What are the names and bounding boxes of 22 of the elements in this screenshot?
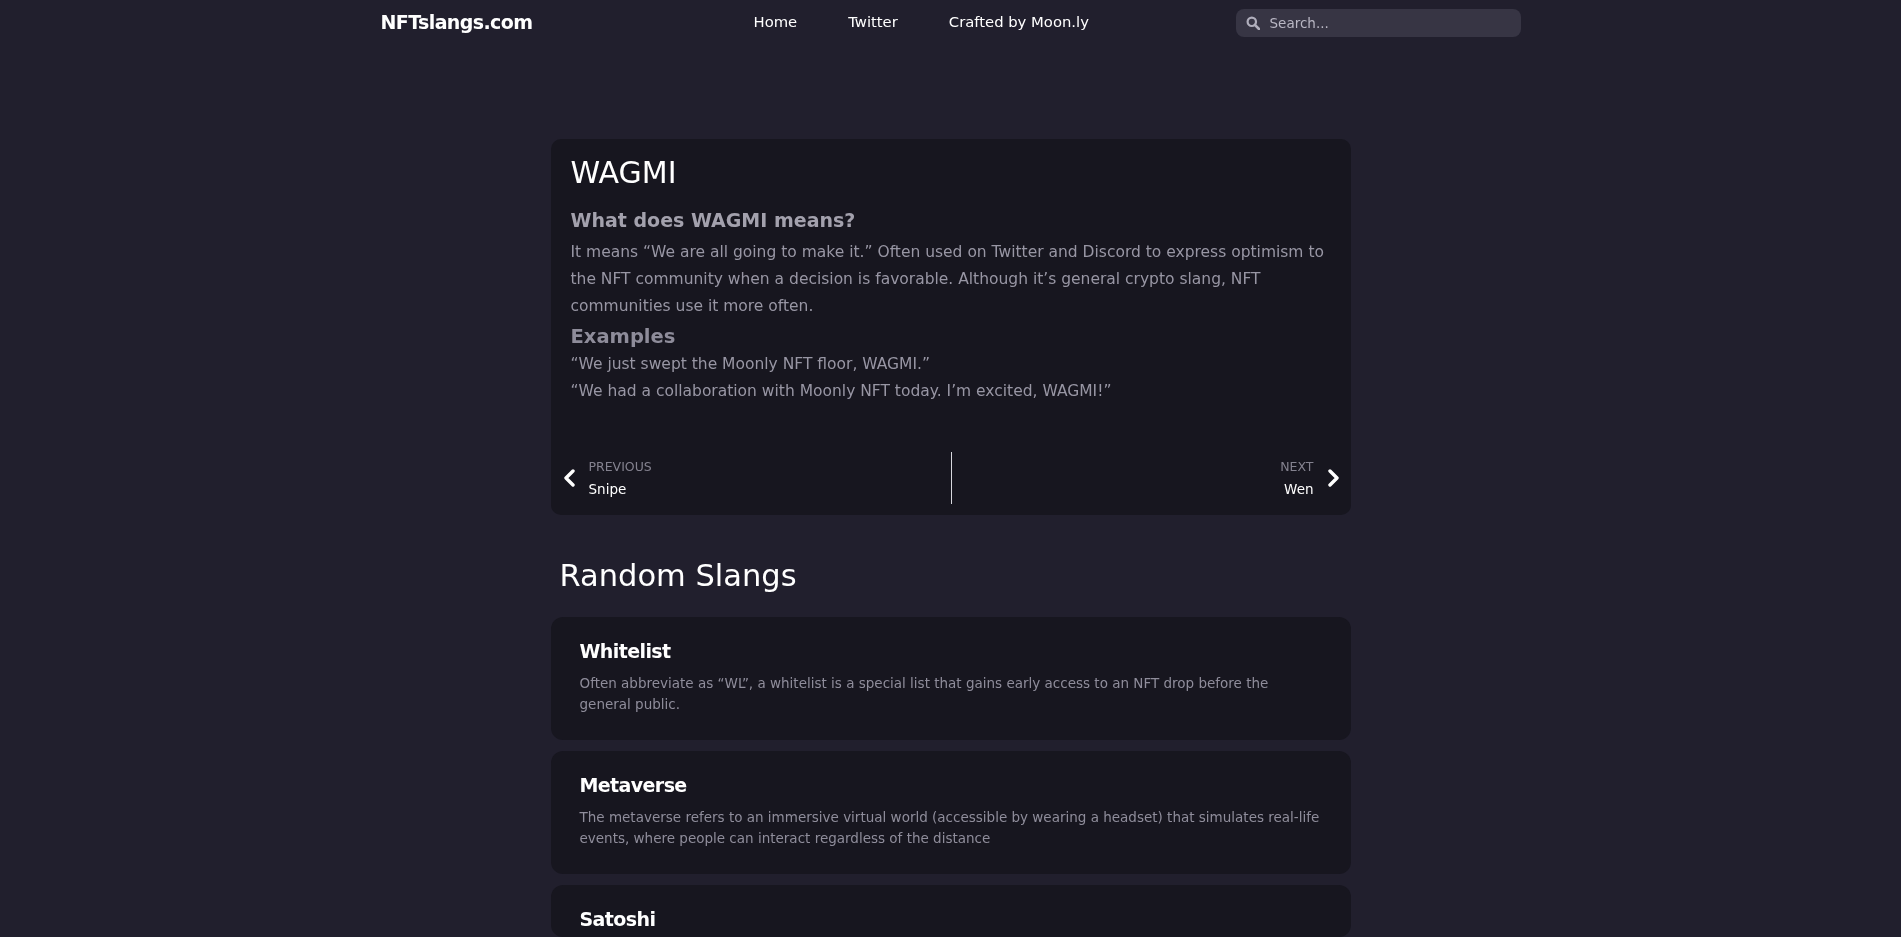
search-field[interactable]: Search... (1235, 8, 1521, 37)
examples-heading: Examples (570, 324, 677, 350)
slang-description: Often abbreviate as “WL”, a whitelist is a special list that gains early access to an NFT drop before the general public. (579, 674, 1270, 714)
example-text: “We had a collaboration with Moonly NFT today. I’m excited, WAGMI!” (570, 381, 1113, 402)
nav-link[interactable]: Crafted by Moon.ly (948, 11, 1089, 34)
definition-text: It means “We are all going to make it.” Often used on Twitter and Discord to express optimism to the NFT community when a decision is favorable. Although it’s general crypto slang, NFT communities use it more often. (570, 242, 1325, 317)
nav-link[interactable]: Home (753, 11, 798, 34)
slang-title: Whitelist (579, 639, 672, 664)
slang-title: Satoshi (579, 907, 657, 932)
slang-title: Metaverse (579, 773, 688, 798)
slang-description: The metaverse refers to an immersive virtual world (accessible by wearing a headset) that simulates real-life events, where people can interact regardless of the distance (579, 808, 1321, 848)
question-heading: What does WAGMI means? (570, 208, 857, 233)
chevron-right-icon (1327, 469, 1340, 487)
next-button[interactable]: NEXT Wen (1280, 455, 1340, 501)
chevron-left-icon (562, 469, 575, 487)
previous-button[interactable]: PREVIOUS Snipe (562, 455, 652, 501)
nav-link[interactable]: Twitter (848, 11, 898, 34)
site-logo[interactable]: NFTslangs.com (380, 8, 533, 37)
section-heading: Random Slangs (559, 557, 798, 595)
search-icon (1245, 15, 1260, 30)
example-text: “We just swept the Moonly NFT floor, WAGMI.” (570, 354, 931, 375)
term-title: WAGMI (570, 154, 678, 192)
